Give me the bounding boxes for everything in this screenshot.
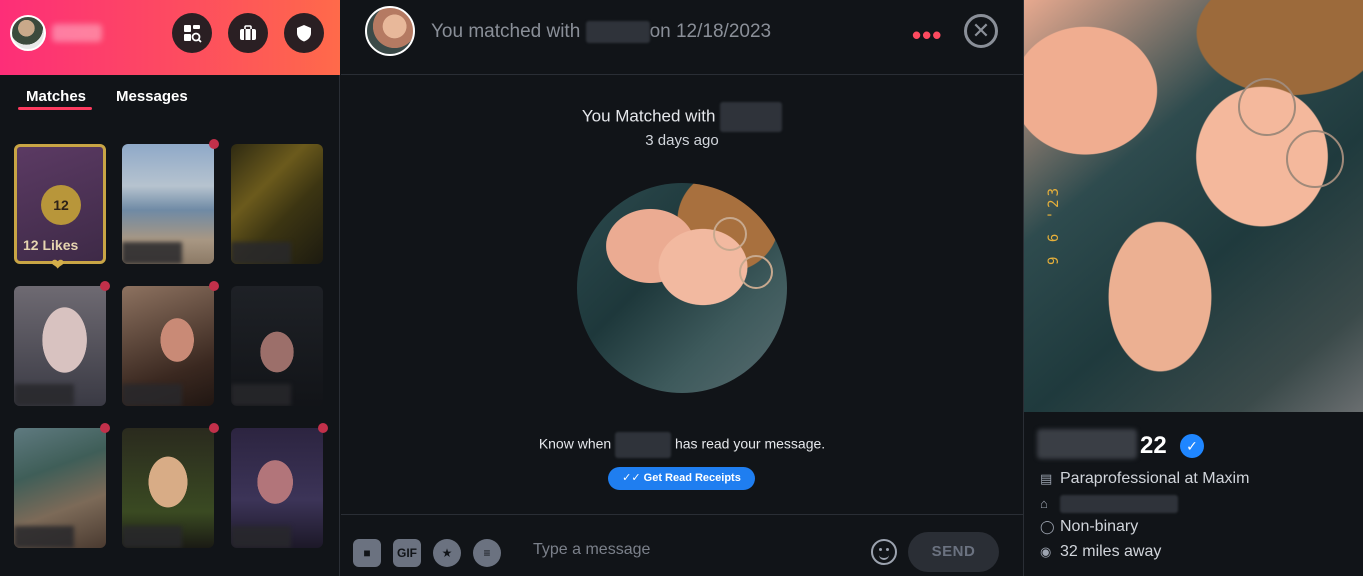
user-name-redacted xyxy=(52,24,102,42)
receipt-prefix: Know when xyxy=(538,435,612,452)
app-root: Matches Messages 12 12 Likes ❤ You match… xyxy=(0,0,1363,576)
match-card[interactable] xyxy=(231,144,323,264)
receipt-button-label: Get Read Receipts xyxy=(643,472,741,484)
new-match-dot xyxy=(318,423,328,433)
sidebar-header xyxy=(0,0,340,75)
profile-distance: 32 miles away xyxy=(1060,543,1162,560)
chat-panel: You matched with on 12/18/2023 ••• ✕ You… xyxy=(341,0,1023,576)
tab-messages[interactable]: Messages xyxy=(116,88,188,105)
message-composer: ■ GIF ★ ≡ Type a message SEND xyxy=(341,514,1023,576)
active-tab-indicator xyxy=(18,107,92,110)
send-button[interactable]: SEND xyxy=(908,532,999,572)
profile-name-redacted xyxy=(1037,429,1137,459)
shield-icon xyxy=(297,25,311,42)
chat-header-title: You matched with on 12/18/2023 xyxy=(431,21,771,43)
match-card[interactable] xyxy=(122,286,214,406)
match-card[interactable] xyxy=(14,286,106,406)
briefcase-icon: ▤ xyxy=(1040,471,1053,486)
photo-date-stamp: 9 6 '23 xyxy=(1046,184,1062,265)
match-card[interactable] xyxy=(122,428,214,548)
verified-badge-icon: ✓ xyxy=(1180,434,1204,458)
header-prefix: You matched with xyxy=(431,21,581,43)
get-read-receipts-button[interactable]: ✓✓ Get Read Receipts xyxy=(608,467,755,490)
user-avatar[interactable] xyxy=(10,15,46,51)
match-name-redacted xyxy=(585,21,650,43)
emoji-icon[interactable] xyxy=(871,539,897,565)
portfolio-button[interactable] xyxy=(228,13,268,53)
explore-button[interactable] xyxy=(172,13,212,53)
likes-card[interactable]: 12 12 Likes ❤ xyxy=(14,144,106,274)
gold-heart-icon: ❤ xyxy=(51,257,65,274)
school-redacted xyxy=(1060,495,1178,513)
profile-gender-row: ◯ Non-binary xyxy=(1040,518,1138,536)
close-icon[interactable]: ✕ xyxy=(964,14,998,48)
new-match-dot xyxy=(209,423,219,433)
match-card[interactable] xyxy=(231,428,323,548)
person-icon: ◯ xyxy=(1040,519,1055,534)
match-card[interactable] xyxy=(14,428,106,548)
likes-count-badge: 12 xyxy=(41,185,81,225)
new-match-dot xyxy=(100,281,110,291)
match-title: You Matched with xyxy=(341,102,1023,132)
chat-header: You matched with on 12/18/2023 ••• ✕ xyxy=(341,0,1023,75)
match-photo[interactable] xyxy=(577,183,787,393)
spotify-icon[interactable]: ≡ xyxy=(473,539,501,567)
match-time: 3 days ago xyxy=(645,132,719,149)
message-input[interactable]: Type a message xyxy=(533,541,650,559)
double-check-icon: ✓✓ xyxy=(622,472,641,484)
match-name-redacted xyxy=(720,102,783,132)
gif-button[interactable]: GIF xyxy=(393,539,421,567)
safety-button[interactable] xyxy=(284,13,324,53)
header-suffix: on 12/18/2023 xyxy=(649,21,772,43)
match-avatar[interactable] xyxy=(365,6,415,56)
sidebar-tabs: Matches Messages xyxy=(0,88,340,112)
contact-card-icon[interactable]: ■ xyxy=(353,539,381,567)
location-pin-icon: ◉ xyxy=(1040,544,1052,559)
match-title-text: You Matched with xyxy=(581,106,716,126)
profile-photo[interactable]: 9 6 '23 xyxy=(1024,0,1363,412)
read-receipt-prompt: Know when has read your message. xyxy=(341,432,1023,458)
tab-matches[interactable]: Matches xyxy=(26,88,86,105)
profile-school-row: ⌂ xyxy=(1040,495,1178,513)
match-card[interactable] xyxy=(231,286,323,406)
profile-job: Paraprofessional at Maxim xyxy=(1060,470,1250,487)
new-match-dot xyxy=(100,423,110,433)
profile-gender: Non-binary xyxy=(1060,518,1139,535)
receipt-suffix: has read your message. xyxy=(674,435,826,452)
profile-distance-row: ◉ 32 miles away xyxy=(1040,543,1161,561)
profile-panel: 9 6 '23 22 ✓ ▤ Paraprofessional at Maxim … xyxy=(1023,0,1363,576)
sidebar: Matches Messages 12 12 Likes ❤ xyxy=(0,0,340,576)
briefcase-icon xyxy=(240,25,256,40)
explore-icon xyxy=(184,25,202,43)
more-options-icon[interactable]: ••• xyxy=(912,20,942,51)
new-match-dot xyxy=(209,281,219,291)
likes-label: 12 Likes xyxy=(23,237,79,253)
sticker-icon[interactable]: ★ xyxy=(433,539,461,567)
match-name-redacted xyxy=(615,432,672,458)
match-card[interactable] xyxy=(122,144,214,264)
school-icon: ⌂ xyxy=(1040,496,1048,512)
profile-job-row: ▤ Paraprofessional at Maxim xyxy=(1040,470,1249,488)
new-match-dot xyxy=(209,139,219,149)
profile-age: 22 xyxy=(1140,432,1167,459)
